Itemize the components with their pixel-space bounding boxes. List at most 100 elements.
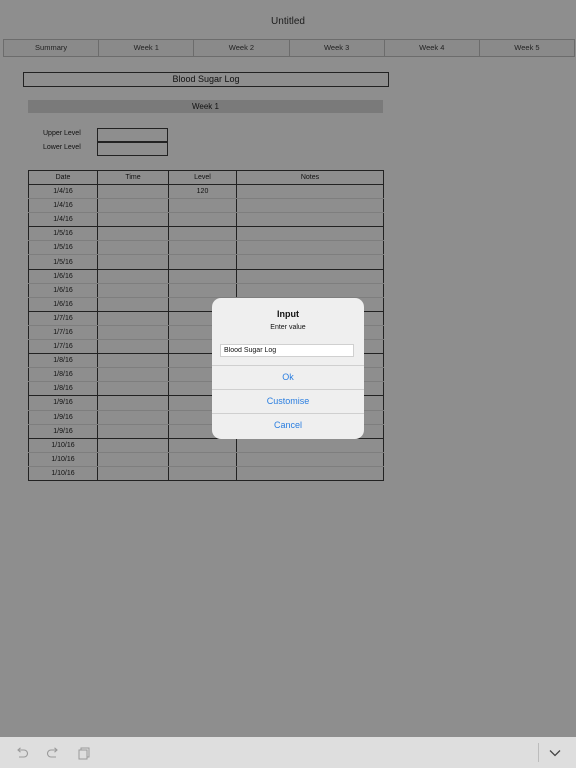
time-cell[interactable] xyxy=(97,353,169,369)
date-cell[interactable]: 1/10/16 xyxy=(28,452,98,467)
date-cell[interactable]: 1/6/16 xyxy=(28,297,98,312)
week-header: Week 1 xyxy=(28,100,383,113)
level-cell[interactable] xyxy=(168,283,237,298)
level-cell[interactable] xyxy=(168,226,237,242)
dialog-message: Enter value xyxy=(270,324,306,331)
table-header-row: Date Time Level Notes xyxy=(28,170,384,185)
date-cell[interactable]: 1/9/16 xyxy=(28,424,98,439)
date-cell[interactable]: 1/8/16 xyxy=(28,353,98,369)
redo-icon[interactable] xyxy=(46,746,60,760)
copy-icon[interactable] xyxy=(77,746,91,760)
notes-cell[interactable] xyxy=(236,466,384,481)
time-cell[interactable] xyxy=(97,254,169,270)
time-cell[interactable] xyxy=(97,367,169,383)
time-cell[interactable] xyxy=(97,452,169,467)
table-row: 1/5/16 xyxy=(28,240,384,256)
date-cell[interactable]: 1/5/16 xyxy=(28,226,98,242)
time-cell[interactable] xyxy=(97,226,169,242)
time-cell[interactable] xyxy=(97,198,169,214)
notes-cell[interactable] xyxy=(236,283,384,298)
customise-button[interactable]: Customise xyxy=(212,389,364,413)
time-cell[interactable] xyxy=(97,410,169,425)
time-cell[interactable] xyxy=(97,381,169,397)
time-cell[interactable] xyxy=(97,311,169,326)
tab-week-5[interactable]: Week 5 xyxy=(480,40,574,56)
tab-week-4[interactable]: Week 4 xyxy=(385,40,480,56)
date-cell[interactable]: 1/10/16 xyxy=(28,466,98,481)
sheet-title-cell[interactable]: Blood Sugar Log xyxy=(23,72,389,87)
time-cell[interactable] xyxy=(97,184,169,200)
level-cell[interactable] xyxy=(168,452,237,467)
table-row: 1/4/16 120 xyxy=(28,184,384,200)
notes-cell[interactable] xyxy=(236,226,384,242)
date-cell[interactable]: 1/7/16 xyxy=(28,325,98,341)
cancel-button[interactable]: Cancel xyxy=(212,413,364,437)
date-cell[interactable]: 1/9/16 xyxy=(28,395,98,411)
table-row: 1/10/16 xyxy=(28,466,384,481)
upper-level-cell[interactable] xyxy=(97,128,168,142)
level-cell[interactable]: 120 xyxy=(168,184,237,200)
notes-cell[interactable] xyxy=(236,184,384,200)
notes-cell[interactable] xyxy=(236,254,384,270)
time-cell[interactable] xyxy=(97,212,169,228)
tab-summary[interactable]: Summary xyxy=(4,40,100,56)
notes-cell[interactable] xyxy=(236,212,384,228)
table-row: 1/6/16 xyxy=(28,283,384,298)
upper-level-label: Upper Level xyxy=(43,130,81,137)
date-cell[interactable]: 1/7/16 xyxy=(28,339,98,355)
level-cell[interactable] xyxy=(168,438,237,453)
time-cell[interactable] xyxy=(97,395,169,411)
level-cell[interactable] xyxy=(168,240,237,256)
date-cell[interactable]: 1/8/16 xyxy=(28,367,98,383)
date-cell[interactable]: 1/8/16 xyxy=(28,381,98,397)
column-header-time: Time xyxy=(97,170,169,185)
date-cell[interactable]: 1/5/16 xyxy=(28,254,98,270)
date-cell[interactable]: 1/7/16 xyxy=(28,311,98,326)
table-row: 1/6/16 xyxy=(28,269,384,284)
date-cell[interactable]: 1/6/16 xyxy=(28,269,98,284)
date-cell[interactable]: 1/6/16 xyxy=(28,283,98,298)
date-cell[interactable]: 1/4/16 xyxy=(28,184,98,200)
chevron-down-icon[interactable] xyxy=(548,746,562,760)
ok-button[interactable]: Ok xyxy=(212,365,364,389)
level-cell[interactable] xyxy=(168,198,237,214)
tab-week-2[interactable]: Week 2 xyxy=(194,40,290,56)
title-bar: Untitled xyxy=(0,0,576,38)
tab-week-3[interactable]: Week 3 xyxy=(290,40,385,56)
date-cell[interactable]: 1/4/16 xyxy=(28,212,98,228)
undo-icon[interactable] xyxy=(15,746,29,760)
level-cell[interactable] xyxy=(168,212,237,228)
level-cell[interactable] xyxy=(168,466,237,481)
time-cell[interactable] xyxy=(97,269,169,284)
time-cell[interactable] xyxy=(97,240,169,256)
level-cell[interactable] xyxy=(168,269,237,284)
lower-level-label: Lower Level xyxy=(43,144,81,151)
time-cell[interactable] xyxy=(97,438,169,453)
notes-cell[interactable] xyxy=(236,198,384,214)
table-row: 1/5/16 xyxy=(28,226,384,242)
toolbar-separator xyxy=(538,743,539,762)
lower-level-cell[interactable] xyxy=(97,142,168,156)
date-cell[interactable]: 1/10/16 xyxy=(28,438,98,453)
tab-week-1[interactable]: Week 1 xyxy=(99,40,195,56)
time-cell[interactable] xyxy=(97,325,169,341)
time-cell[interactable] xyxy=(97,339,169,355)
notes-cell[interactable] xyxy=(236,240,384,256)
column-header-date: Date xyxy=(28,170,98,185)
table-row: 1/4/16 xyxy=(28,212,384,228)
notes-cell[interactable] xyxy=(236,269,384,284)
date-cell[interactable]: 1/5/16 xyxy=(28,240,98,256)
date-cell[interactable]: 1/4/16 xyxy=(28,198,98,214)
notes-cell[interactable] xyxy=(236,452,384,467)
table-row: 1/10/16 xyxy=(28,438,384,453)
date-cell[interactable]: 1/9/16 xyxy=(28,410,98,425)
notes-cell[interactable] xyxy=(236,438,384,453)
table-row: 1/4/16 xyxy=(28,198,384,214)
column-header-notes: Notes xyxy=(236,170,384,185)
time-cell[interactable] xyxy=(97,424,169,439)
dialog-input-field[interactable] xyxy=(220,344,354,357)
time-cell[interactable] xyxy=(97,297,169,312)
level-cell[interactable] xyxy=(168,254,237,270)
time-cell[interactable] xyxy=(97,283,169,298)
time-cell[interactable] xyxy=(97,466,169,481)
